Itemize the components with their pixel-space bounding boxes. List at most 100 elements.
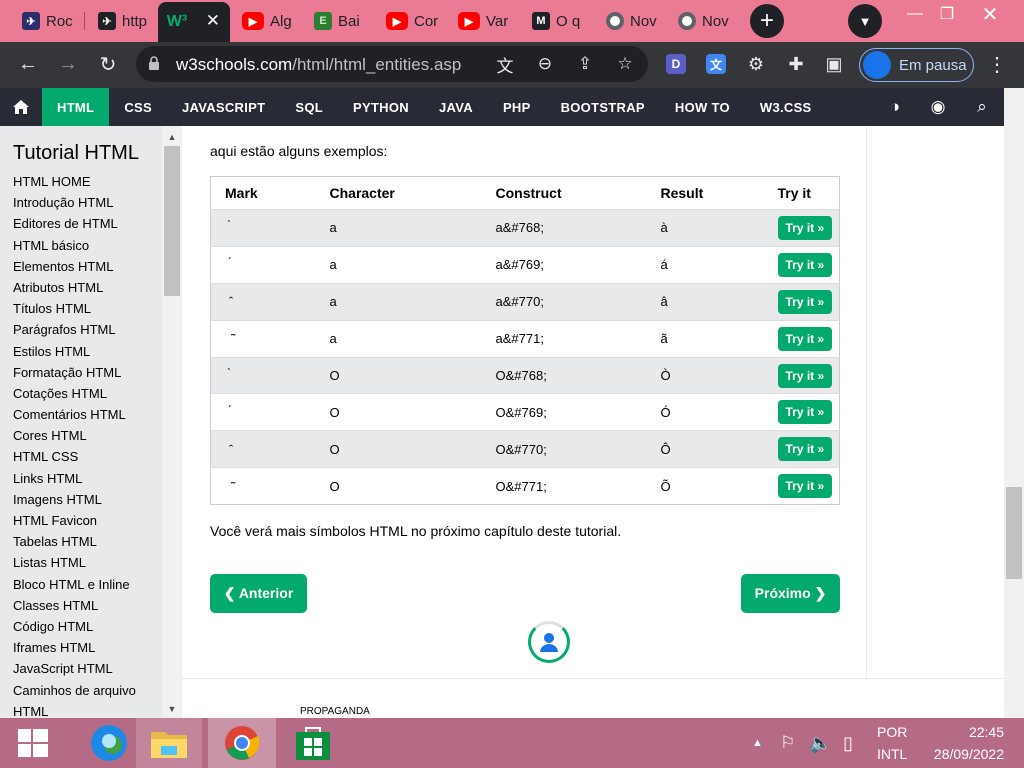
browser-tab[interactable]: Nov [596, 2, 668, 40]
profile-button[interactable]: Em pausa [859, 48, 974, 82]
cell-mark-text: ̂ [225, 442, 231, 457]
sidebar-scrollbar-thumb[interactable] [164, 146, 180, 296]
try-it-button[interactable]: Try it » [777, 252, 833, 277]
browser-tab[interactable]: Nov [668, 2, 740, 40]
sidebar-link[interactable]: Caminhos de arquivo [0, 680, 182, 701]
try-it-button[interactable]: Try it » [777, 326, 833, 351]
sidebar-link[interactable]: HTML CSS [0, 446, 182, 467]
cell-mark: ́ [210, 245, 316, 284]
sidebar-link[interactable]: Tabelas HTML [0, 531, 182, 552]
sidebar-link[interactable]: Listas HTML [0, 552, 182, 573]
extension-d-icon[interactable]: D [666, 54, 686, 74]
close-tab-icon[interactable]: ✕ [206, 11, 220, 31]
sidebar-link[interactable]: Links HTML [0, 468, 182, 489]
tray-chevron-up-icon[interactable]: ▲ [752, 718, 763, 768]
sidebar-link[interactable]: Bloco HTML e Inline [0, 574, 182, 595]
menu-kebab-icon[interactable]: ⋮ [982, 49, 1012, 79]
file-explorer-icon[interactable] [136, 718, 202, 768]
next-button[interactable]: Próximo ❯ [741, 574, 840, 613]
nav-item-bootstrap[interactable]: BOOTSTRAP [546, 88, 660, 126]
sidebar-link[interactable]: Cores HTML [0, 425, 182, 446]
sidebar-link[interactable]: Formatação HTML [0, 362, 182, 383]
restore-icon[interactable]: ❐ [927, 2, 967, 26]
reload-icon[interactable]: ↻ [93, 49, 123, 79]
sidebar-link[interactable]: Títulos HTML [0, 298, 182, 319]
try-it-button[interactable]: Try it » [777, 363, 833, 388]
try-it-button[interactable]: Try it » [777, 400, 833, 425]
sidebar-link[interactable]: Estilos HTML [0, 341, 182, 362]
close-window-icon[interactable]: ✕ [970, 2, 1010, 26]
address-bar[interactable]: w3schools.com/html/html_entities.asp 文 ⊖… [136, 46, 648, 82]
sidebar-link[interactable]: Comentários HTML [0, 404, 182, 425]
lock-icon [149, 56, 159, 70]
settings-gear-icon[interactable]: ⚙ [741, 49, 771, 79]
nav-item-w3css[interactable]: W3.CSS [745, 88, 827, 126]
back-arrow-icon[interactable]: ← [13, 49, 43, 79]
nav-item-java[interactable]: JAVA [424, 88, 488, 126]
tab-search-chevron-icon[interactable]: ▼ [848, 4, 882, 38]
battery-icon[interactable]: ▯ [843, 718, 853, 768]
bookmark-star-icon[interactable]: ☆ [610, 49, 640, 79]
network-icon[interactable]: ⚐ [780, 718, 795, 768]
clock[interactable]: 22:45 28/09/2022 [926, 718, 1004, 768]
sidebar-link[interactable]: Iframes HTML [0, 637, 182, 658]
nav-item-html[interactable]: HTML [42, 88, 110, 126]
try-it-button[interactable]: Try it » [777, 215, 833, 240]
search-icon[interactable]: ⌕ [962, 88, 1002, 126]
browser-tab-active[interactable]: W³ ✕ [158, 2, 230, 42]
globe-icon[interactable]: ◉ [918, 88, 958, 126]
chrome-taskbar-icon[interactable] [208, 718, 276, 768]
browser-tab[interactable]: ✈ Roc [0, 2, 80, 40]
new-tab-button[interactable]: + [750, 4, 784, 38]
try-it-button[interactable]: Try it » [777, 437, 833, 462]
nav-item-howto[interactable]: HOW TO [660, 88, 745, 126]
nav-item-javascript[interactable]: JAVASCRIPT [167, 88, 280, 126]
contrast-icon[interactable]: ◑ [875, 88, 915, 126]
nav-item-php[interactable]: PHP [488, 88, 546, 126]
previous-button[interactable]: ❮ Anterior [210, 574, 307, 613]
sidebar-link[interactable]: Cotações HTML [0, 383, 182, 404]
side-panel-icon[interactable]: ▣ [819, 49, 849, 79]
sidebar-link[interactable]: HTML básico [0, 235, 182, 256]
sidebar-link[interactable]: HTML [0, 701, 182, 718]
user-avatar-spinner-icon[interactable] [528, 621, 570, 663]
store-icon[interactable] [280, 718, 346, 768]
sidebar-link[interactable]: HTML Favicon [0, 510, 182, 531]
try-it-button[interactable]: Try it » [777, 474, 833, 499]
translate-icon[interactable]: 文 [490, 49, 520, 79]
sidebar-link[interactable]: Parágrafos HTML [0, 319, 182, 340]
windows-start-icon[interactable] [0, 718, 66, 768]
forward-arrow-icon[interactable]: → [53, 49, 83, 79]
nav-item-css[interactable]: CSS [109, 88, 167, 126]
sidebar-link[interactable]: Código HTML [0, 616, 182, 637]
browser-tab[interactable]: ✈ http [76, 2, 156, 40]
browser-tab[interactable]: ▶ Var [448, 2, 520, 40]
sidebar-link[interactable]: Editores de HTML [0, 213, 182, 234]
nav-item-python[interactable]: PYTHON [338, 88, 424, 126]
home-icon[interactable] [0, 88, 42, 126]
google-translate-icon[interactable]: 文 [706, 54, 726, 74]
browser-tab[interactable]: ▶ Alg [232, 2, 304, 40]
share-icon[interactable]: ⇪ [570, 49, 600, 79]
sidebar-link[interactable]: HTML HOME [0, 171, 182, 192]
language-indicator[interactable]: POR INTL [877, 718, 907, 768]
scroll-down-arrow-icon[interactable]: ▼ [162, 700, 182, 718]
browser-tab[interactable]: E Bai [304, 2, 376, 40]
try-it-button[interactable]: Try it » [777, 289, 833, 314]
page-scrollbar[interactable] [1004, 88, 1024, 718]
scroll-up-arrow-icon[interactable]: ▲ [162, 128, 182, 146]
zoom-icon[interactable]: ⊖ [530, 49, 560, 79]
sidebar-link[interactable]: Introdução HTML [0, 192, 182, 213]
sidebar-link[interactable]: Classes HTML [0, 595, 182, 616]
edge-icon[interactable] [76, 718, 142, 768]
sidebar-link[interactable]: Atributos HTML [0, 277, 182, 298]
browser-tab[interactable]: ▶ Cor [376, 2, 448, 40]
sidebar-link[interactable]: JavaScript HTML [0, 658, 182, 679]
extensions-puzzle-icon[interactable]: ✚ [781, 49, 811, 79]
sidebar-link[interactable]: Imagens HTML [0, 489, 182, 510]
page-scrollbar-thumb[interactable] [1006, 487, 1022, 579]
sidebar-link[interactable]: Elementos HTML [0, 256, 182, 277]
browser-tab[interactable]: M O q [522, 2, 594, 40]
volume-icon[interactable]: 🔈 [809, 718, 831, 768]
nav-item-sql[interactable]: SQL [280, 88, 338, 126]
